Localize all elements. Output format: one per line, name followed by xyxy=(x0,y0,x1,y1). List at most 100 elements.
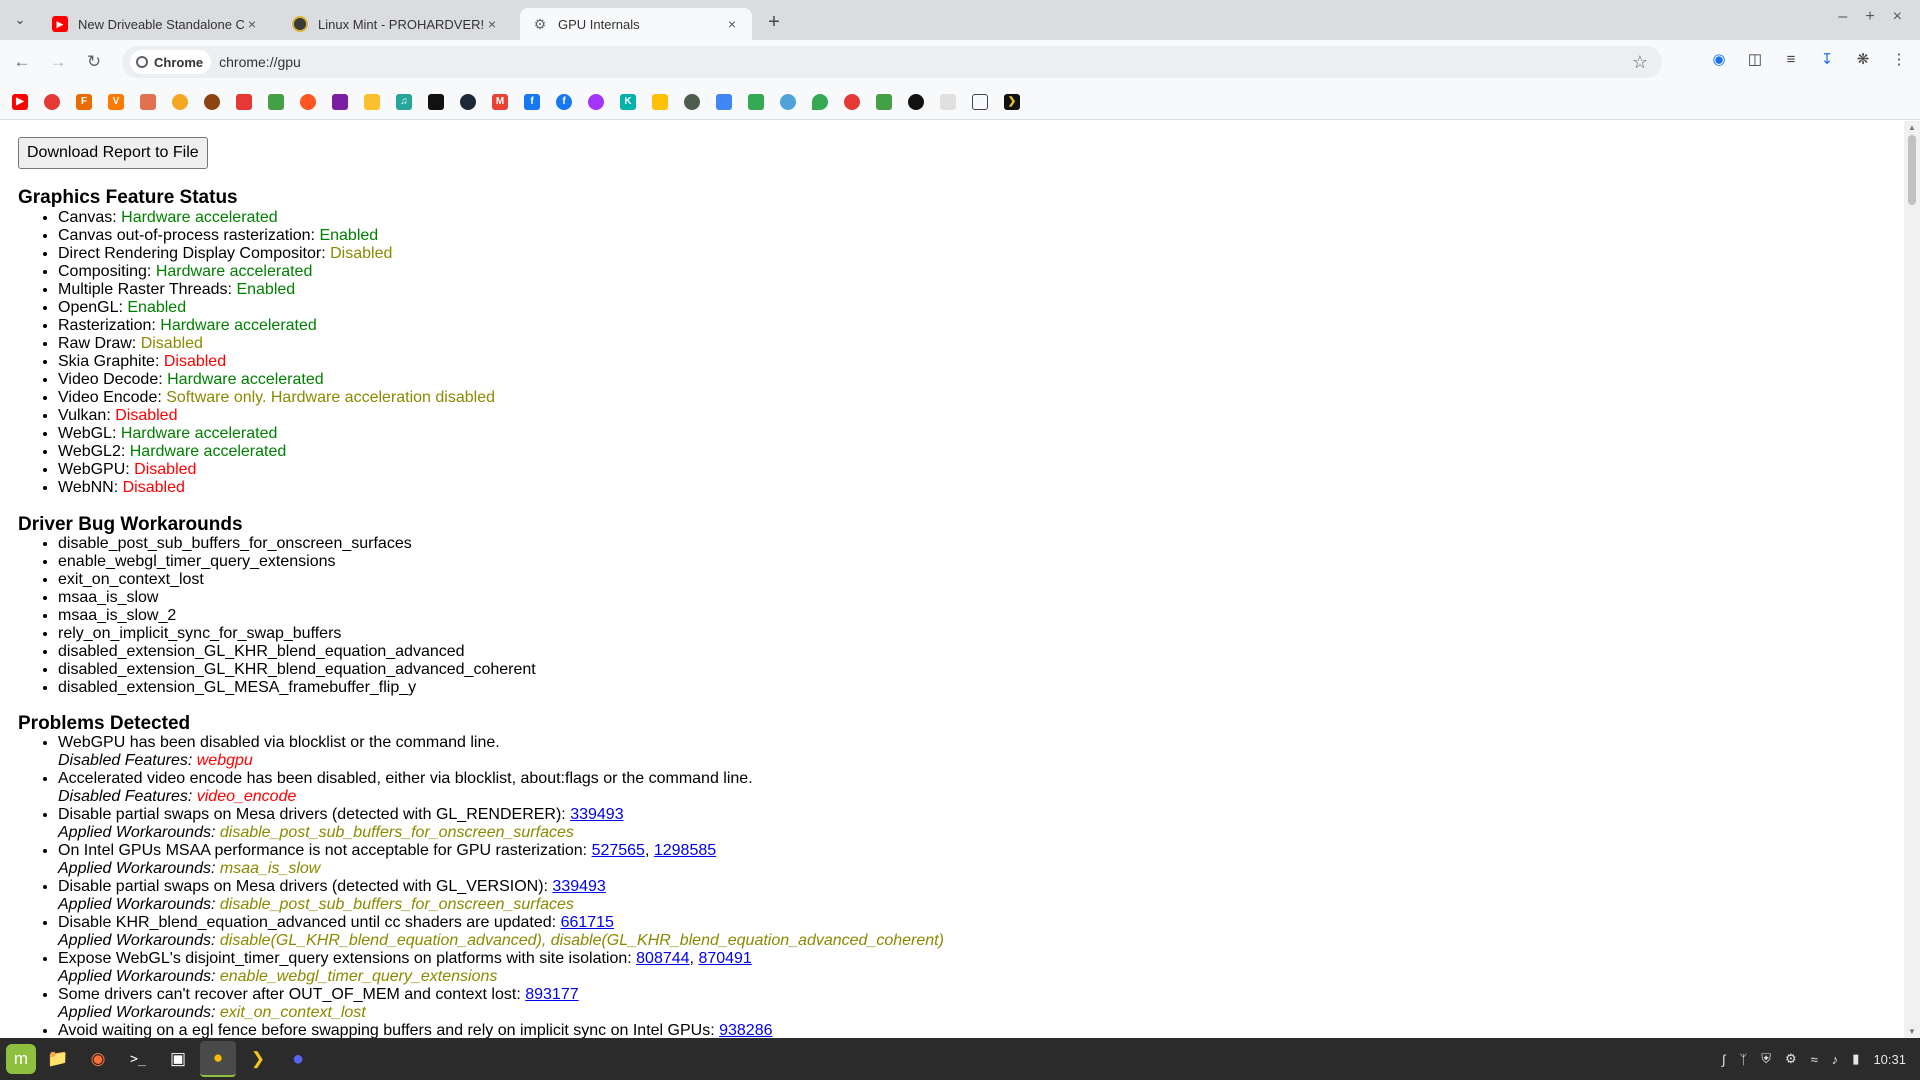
shield-icon[interactable] xyxy=(684,93,700,110)
download-report-button[interactable]: Download Report to File xyxy=(18,137,208,169)
close-icon[interactable]: × xyxy=(244,16,260,32)
dark-square-icon[interactable] xyxy=(428,93,444,110)
steam-icon[interactable] xyxy=(460,93,476,110)
bookmark-star-icon[interactable]: ☆ xyxy=(1632,52,1648,73)
scroll-up-icon[interactable]: ▲ xyxy=(1908,123,1916,132)
shield-tray-icon[interactable]: ⛨ xyxy=(1761,1051,1771,1067)
messenger-icon[interactable] xyxy=(588,93,604,110)
wifi-icon[interactable]: ≈ xyxy=(1811,1052,1818,1067)
facebook-icon[interactable]: f xyxy=(524,93,540,110)
cube-icon[interactable] xyxy=(140,93,156,110)
translate-icon[interactable] xyxy=(716,93,732,110)
drive-icon[interactable] xyxy=(748,93,764,110)
problem-item: Disable partial swaps on Mesa drivers (d… xyxy=(58,806,944,842)
brown-circle-icon[interactable] xyxy=(204,93,220,110)
omnibox[interactable]: Chrome chrome://gpu ☆ xyxy=(122,46,1662,78)
clover-icon[interactable] xyxy=(876,93,892,110)
folder-yellow-icon[interactable] xyxy=(364,93,380,110)
k-icon[interactable]: K xyxy=(620,93,636,110)
bug-link[interactable]: 339493 xyxy=(552,878,605,895)
close-window-icon[interactable]: × xyxy=(1893,8,1902,26)
twitch-icon[interactable] xyxy=(332,93,348,110)
tab-search-button[interactable]: ⌄ xyxy=(6,6,34,34)
volume-icon[interactable]: ♪ xyxy=(1832,1052,1839,1067)
facebook-round-icon[interactable]: f xyxy=(556,93,572,110)
reload-button[interactable]: ↻ xyxy=(80,48,108,76)
feature-status-heading: Graphics Feature Status xyxy=(18,187,238,208)
contact-icon[interactable] xyxy=(652,93,668,110)
battery-icon[interactable]: ▮ xyxy=(1852,1051,1859,1067)
bug-link[interactable]: 808744 xyxy=(636,950,689,967)
maps-icon[interactable] xyxy=(812,93,828,110)
music-note-icon[interactable]: ♫ xyxy=(396,93,412,110)
feature-value: Hardware accelerated xyxy=(120,425,278,442)
page-scrollbar[interactable]: ▲ ▼ xyxy=(1904,121,1920,1038)
window-controls: – + × xyxy=(1838,8,1902,26)
bug-link[interactable]: 661715 xyxy=(561,914,614,931)
chrome-icon[interactable]: ● xyxy=(200,1041,236,1077)
window-list-icon[interactable]: ▣ xyxy=(160,1041,196,1077)
thermometer-icon[interactable]: ∫ xyxy=(1722,1052,1726,1067)
v-icon[interactable]: V xyxy=(108,93,124,110)
problem-detail: Applied Workarounds: disable(GL_KHR_blen… xyxy=(58,932,944,950)
reddit-icon[interactable] xyxy=(300,93,316,110)
forward-button[interactable]: → xyxy=(44,48,72,76)
feature-status-item: OpenGL: Enabled xyxy=(58,299,495,317)
orange-circle-icon[interactable] xyxy=(172,93,188,110)
bug-link[interactable]: 893177 xyxy=(525,986,578,1003)
tab-1[interactable]: Linux Mint - PROHARDVER! × xyxy=(280,8,512,40)
download-icon[interactable]: ↧ xyxy=(1816,48,1838,70)
workaround-item: rely_on_implicit_sync_for_swap_buffers xyxy=(58,625,536,643)
files-icon[interactable]: 📁 xyxy=(40,1041,76,1077)
maximize-icon[interactable]: + xyxy=(1865,8,1874,26)
update-icon[interactable]: ⚙ xyxy=(1785,1051,1797,1067)
gmail-icon[interactable]: M xyxy=(492,93,508,110)
folder-icon[interactable] xyxy=(972,93,988,110)
close-icon[interactable]: × xyxy=(484,16,500,32)
bug-link[interactable]: 1298585 xyxy=(654,842,716,859)
feature-name: Canvas: xyxy=(58,209,122,226)
feature-status-item: Video Decode: Hardware accelerated xyxy=(58,371,495,389)
bluetooth-icon[interactable]: ᛉ xyxy=(1739,1052,1747,1067)
new-tab-button[interactable]: + xyxy=(760,11,788,34)
media-control-icon[interactable]: ≡ xyxy=(1780,48,1802,70)
feature-name: WebGL: xyxy=(58,425,121,442)
clock[interactable]: 10:31 xyxy=(1873,1052,1906,1067)
plex-icon[interactable]: ❯ xyxy=(240,1041,276,1077)
mint-menu-icon[interactable]: m xyxy=(6,1044,36,1074)
terminal-icon[interactable]: >_ xyxy=(120,1041,156,1077)
youtube-icon: ▶ xyxy=(52,16,68,32)
tab-0[interactable]: ▶ New Driveable Standalone C × xyxy=(40,8,272,40)
dark-circle-icon[interactable] xyxy=(908,93,924,110)
red-bird-icon[interactable] xyxy=(844,93,860,110)
bug-link[interactable]: 938286 xyxy=(719,1022,772,1038)
tab-2[interactable]: ⚙ GPU Internals × xyxy=(520,8,752,40)
red-drop-icon[interactable] xyxy=(44,93,60,110)
scrollbar-thumb[interactable] xyxy=(1908,135,1916,205)
youtube-icon[interactable]: ▶ xyxy=(12,93,28,110)
fs-icon[interactable]: F xyxy=(76,93,92,110)
more-menu-icon[interactable]: ⋮ xyxy=(1888,48,1910,70)
minimize-icon[interactable]: – xyxy=(1838,8,1847,26)
profile-icon[interactable]: ❋ xyxy=(1852,48,1874,70)
back-button[interactable]: ← xyxy=(8,48,36,76)
plex-icon[interactable]: ❯ xyxy=(1004,93,1020,110)
url-text[interactable]: chrome://gpu xyxy=(219,54,301,70)
workaround-item: disable_post_sub_buffers_for_onscreen_su… xyxy=(58,535,536,553)
bug-link[interactable]: 870491 xyxy=(698,950,751,967)
bug-link[interactable]: 527565 xyxy=(592,842,645,859)
discord-icon[interactable]: ● xyxy=(280,1041,316,1077)
pocket-icon[interactable] xyxy=(236,93,252,110)
extension-blue-icon[interactable]: ◉ xyxy=(1708,48,1730,70)
android-icon[interactable] xyxy=(268,93,284,110)
stack-icon[interactable] xyxy=(940,93,956,110)
feature-name: Raw Draw: xyxy=(58,335,141,352)
weather-icon[interactable] xyxy=(780,93,796,110)
scroll-down-icon[interactable]: ▼ xyxy=(1908,1027,1916,1036)
site-info-chip[interactable]: Chrome xyxy=(130,50,212,74)
bug-link[interactable]: 339493 xyxy=(570,806,623,823)
problem-item: Disable partial swaps on Mesa drivers (d… xyxy=(58,878,944,914)
firefox-icon[interactable]: ◉ xyxy=(80,1041,116,1077)
close-icon[interactable]: × xyxy=(724,16,740,32)
puzzle-icon[interactable]: ◫ xyxy=(1744,48,1766,70)
